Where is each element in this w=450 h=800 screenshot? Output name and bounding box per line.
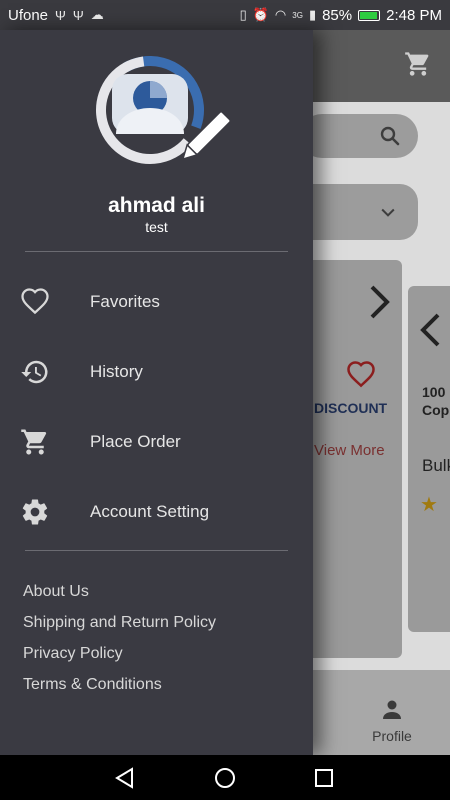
heart-outline-icon (21, 288, 49, 315)
back-icon[interactable] (112, 765, 138, 791)
battery-percent: 85% (322, 6, 353, 24)
product-card-2[interactable]: 100 Cop Bulk ★ (408, 286, 450, 632)
clock: 2:48 PM (386, 6, 442, 24)
user-name: ahmad ali (108, 194, 205, 217)
menu-item-history[interactable]: History (0, 344, 313, 400)
profile-tab-label: Profile (372, 728, 412, 744)
avatar-edit-icon[interactable] (94, 56, 230, 170)
navigation-drawer: ahmad ali test Favorites History Place O… (0, 30, 313, 755)
divider (25, 550, 288, 551)
menu-label-place-order: Place Order (90, 432, 181, 451)
search-icon (380, 126, 400, 146)
link-privacy-policy[interactable]: Privacy Policy (23, 645, 123, 663)
cloud-icon: ☁ (90, 7, 104, 22)
discount-label: DISCOUNT (314, 400, 388, 416)
history-icon (21, 360, 48, 384)
system-nav-bar (0, 755, 450, 800)
usb-icon-2: Ψ (72, 7, 84, 23)
menu-item-favorites[interactable]: Favorites (0, 274, 313, 330)
product-title-line1: 100 (422, 384, 446, 400)
product-title-line2: Cop (422, 402, 450, 418)
carrier-label: Ufone (8, 6, 49, 24)
menu-label-account-setting: Account Setting (90, 502, 210, 521)
chevron-right-icon[interactable] (366, 284, 392, 320)
vibrate-icon: ▯ (239, 7, 247, 22)
usb-icon: Ψ (55, 7, 66, 23)
wifi-icon: ◠ (274, 7, 287, 22)
cart-icon (21, 429, 47, 455)
menu-item-account-setting[interactable]: Account Setting (0, 484, 313, 540)
recents-icon[interactable] (311, 765, 337, 791)
profile-tab[interactable]: Profile (362, 698, 422, 744)
home-icon[interactable] (212, 765, 238, 791)
chevron-down-icon (381, 208, 395, 217)
user-subtitle: test (145, 219, 168, 235)
signal-icon: ▮ (308, 7, 317, 22)
product-subtitle: Bulk (422, 456, 450, 475)
menu-label-favorites: Favorites (90, 292, 160, 311)
person-icon (383, 700, 401, 719)
link-shipping-return-policy[interactable]: Shipping and Return Policy (23, 614, 216, 632)
alarm-icon: ⏰ (252, 7, 269, 22)
network-type: 3G (292, 10, 303, 20)
link-about-us[interactable]: About Us (23, 583, 89, 601)
view-more-link[interactable]: View More (314, 442, 385, 459)
menu-label-history: History (90, 362, 143, 381)
menu-item-place-order[interactable]: Place Order (0, 414, 313, 470)
gear-icon (22, 499, 48, 525)
status-bar: Ufone Ψ Ψ ☁ ▯ ⏰ ◠ 3G ▮ 85% 2:48 PM (0, 0, 450, 30)
divider (25, 251, 288, 252)
battery-icon (358, 9, 381, 21)
cart-icon[interactable] (404, 50, 432, 78)
chevron-left-icon[interactable] (418, 312, 444, 348)
heart-outline-icon[interactable] (346, 360, 376, 390)
link-terms-conditions[interactable]: Terms & Conditions (23, 676, 162, 694)
search-bar[interactable] (300, 114, 418, 158)
star-icon: ★ (420, 494, 438, 516)
